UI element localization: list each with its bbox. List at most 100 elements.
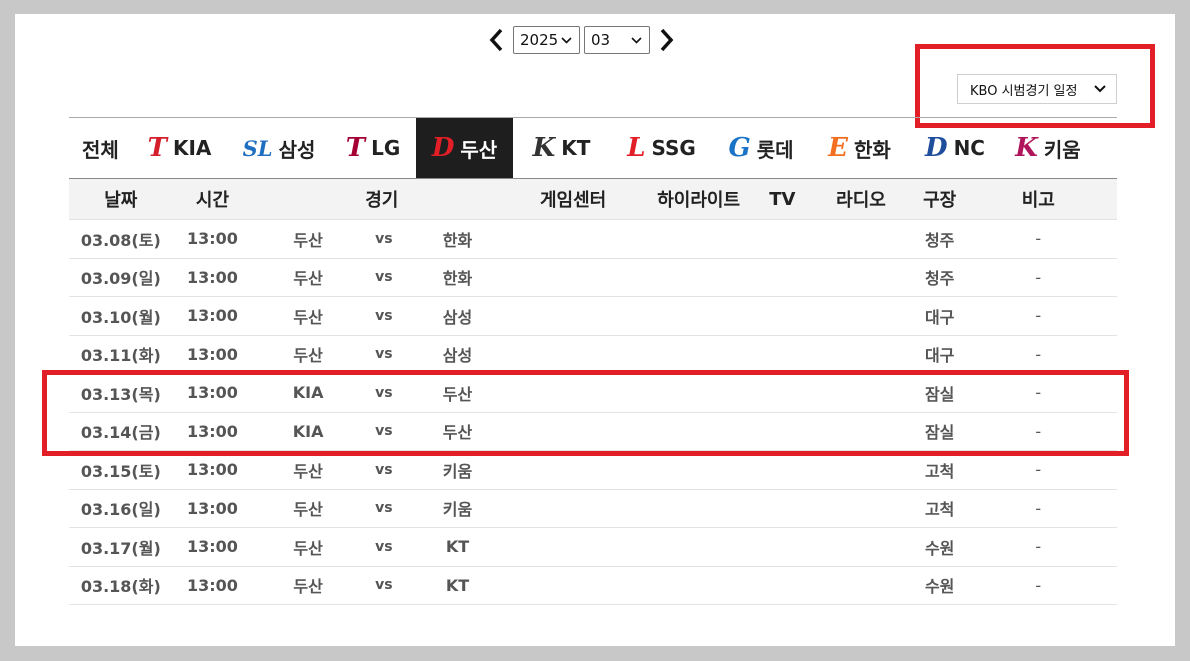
next-month-button[interactable] [656, 24, 678, 56]
cell-stadium: 청주 [924, 269, 955, 289]
month-select[interactable]: 03 [584, 26, 650, 54]
cell-vs: vs [375, 307, 393, 324]
month-value: 03 [591, 31, 611, 49]
doosan-logo-icon: D [431, 133, 455, 163]
kiwoom-logo-icon: K [1015, 133, 1038, 163]
cell-vs: vs [375, 461, 393, 478]
cell-time: 13:00 [186, 344, 238, 364]
tab-samsung[interactable]: SL 삼성 [228, 118, 330, 178]
cell-note: - [1035, 344, 1042, 364]
cell-away-team: 두산 [293, 577, 323, 597]
tab-lotte[interactable]: G 롯데 [713, 118, 809, 178]
tab-kia[interactable]: T KIA [131, 118, 228, 178]
team-filter-tabs: 전체 T KIA SL 삼성 T LG D 두산 K KT L SSG G 롯데… [69, 117, 1117, 179]
tab-nc[interactable]: D NC [910, 118, 1000, 178]
cell-note: - [1035, 383, 1042, 403]
cell-stadium: 고척 [924, 500, 955, 520]
cell-date: 03.13(목) [80, 384, 161, 404]
cell-vs: vs [375, 230, 393, 247]
table-body: 03.08(토) 13:00 두산 vs 한화 청주 -03.09(일) 13:00 두산 vs 한… [69, 220, 1117, 605]
cell-away-team: 두산 [293, 461, 323, 481]
header-stadium: 구장 [923, 190, 957, 211]
header-radio: 라디오 [836, 190, 886, 211]
samsung-logo-icon: SL [242, 135, 273, 161]
header-note: 비고 [1021, 190, 1055, 211]
hanwha-logo-icon: E [828, 133, 848, 163]
cell-home-team: 두산 [442, 384, 473, 404]
cell-time: 13:00 [186, 421, 238, 441]
chevron-down-icon [559, 33, 573, 47]
cell-date: 03.09(일) [80, 269, 161, 289]
kt-logo-icon: K [532, 133, 556, 163]
cell-home-team: 키움 [442, 500, 473, 520]
cell-time: 13:00 [186, 306, 238, 326]
cell-vs: vs [375, 346, 393, 363]
tab-all[interactable]: 전체 [69, 118, 131, 178]
table-header: 날짜 시간 경기 게임센터 하이라이트 TV 라디오 구장 비고 [69, 179, 1117, 220]
year-select[interactable]: 2025 [513, 26, 580, 54]
tab-label: LG [371, 136, 401, 160]
cell-date: 03.18(화) [80, 577, 161, 597]
cell-note: - [1035, 498, 1042, 518]
cell-note: - [1035, 421, 1042, 441]
month-navigator: 2025 03 [485, 24, 678, 56]
table-row: 03.08(토) 13:00 두산 vs 한화 청주 - [69, 220, 1117, 259]
prev-month-button[interactable] [485, 24, 507, 56]
cell-stadium: 수원 [924, 538, 955, 558]
table-row: 03.18(화) 13:00 두산 vs KT 수원 - [69, 567, 1117, 605]
cell-stadium: 수원 [924, 577, 955, 597]
cell-date: 03.11(화) [80, 346, 161, 366]
cell-stadium: 잠실 [924, 423, 955, 443]
cell-vs: vs [375, 500, 393, 517]
chevron-left-icon [489, 28, 503, 52]
tab-label: 삼성 [278, 137, 316, 162]
chevron-down-icon [629, 33, 643, 47]
table-row: 03.09(일) 13:00 두산 vs 한화 청주 - [69, 259, 1117, 297]
nc-logo-icon: D [925, 133, 948, 163]
tab-label: 한화 [854, 137, 891, 162]
cell-date: 03.15(토) [80, 461, 161, 481]
table-row: 03.15(토) 13:00 두산 vs 키움 고척 - [69, 451, 1117, 490]
cell-vs: vs [375, 577, 393, 594]
cell-away-team: 두산 [293, 269, 323, 289]
cell-vs: vs [375, 423, 393, 440]
cell-note: - [1035, 460, 1042, 480]
cell-time: 13:00 [186, 537, 238, 557]
kia-logo-icon: T [147, 133, 167, 163]
table-row: 03.10(월) 13:00 두산 vs 삼성 대구 - [69, 297, 1117, 336]
tab-ssg[interactable]: L SSG [610, 118, 713, 178]
tab-label: 전체 [82, 137, 119, 162]
table-row: 03.11(화) 13:00 두산 vs 삼성 대구 - [69, 336, 1117, 374]
cell-vs: vs [375, 269, 393, 286]
tab-kiwoom[interactable]: K 키움 [1000, 118, 1096, 178]
header-tv: TV [769, 188, 796, 210]
schedule-table: 날짜 시간 경기 게임센터 하이라이트 TV 라디오 구장 비고 03.08(토… [69, 179, 1117, 605]
cell-stadium: 대구 [924, 346, 955, 366]
cell-date: 03.16(일) [80, 500, 161, 520]
tab-label: KT [561, 136, 591, 160]
header-gamecenter: 게임센터 [539, 190, 607, 211]
cell-away-team: 두산 [293, 346, 323, 366]
cell-away-team: KIA [292, 383, 324, 403]
cell-home-team: 키움 [442, 461, 473, 481]
series-select-value: KBO 시범경기 일정 [970, 83, 1078, 99]
cell-away-team: 두산 [293, 538, 323, 558]
cell-note: - [1035, 229, 1042, 249]
series-select[interactable]: KBO 시범경기 일정 [957, 74, 1117, 104]
tab-kt[interactable]: K KT [513, 118, 610, 178]
cell-stadium: 고척 [924, 461, 955, 481]
tab-lg[interactable]: T LG [330, 118, 416, 178]
cell-home-team: KT [445, 537, 470, 557]
cell-home-team: 삼성 [442, 307, 473, 327]
lotte-logo-icon: G [728, 133, 751, 163]
tab-hanwha[interactable]: E 한화 [809, 118, 910, 178]
tab-doosan[interactable]: D 두산 [416, 118, 513, 178]
table-row: 03.16(일) 13:00 두산 vs 키움 고척 - [69, 490, 1117, 528]
cell-note: - [1035, 306, 1042, 326]
cell-home-team: KT [445, 575, 470, 595]
cell-note: - [1035, 267, 1042, 287]
cell-time: 13:00 [186, 498, 238, 518]
cell-date: 03.10(월) [80, 307, 161, 327]
cell-away-team: 두산 [293, 500, 323, 520]
cell-home-team: 한화 [442, 230, 473, 250]
